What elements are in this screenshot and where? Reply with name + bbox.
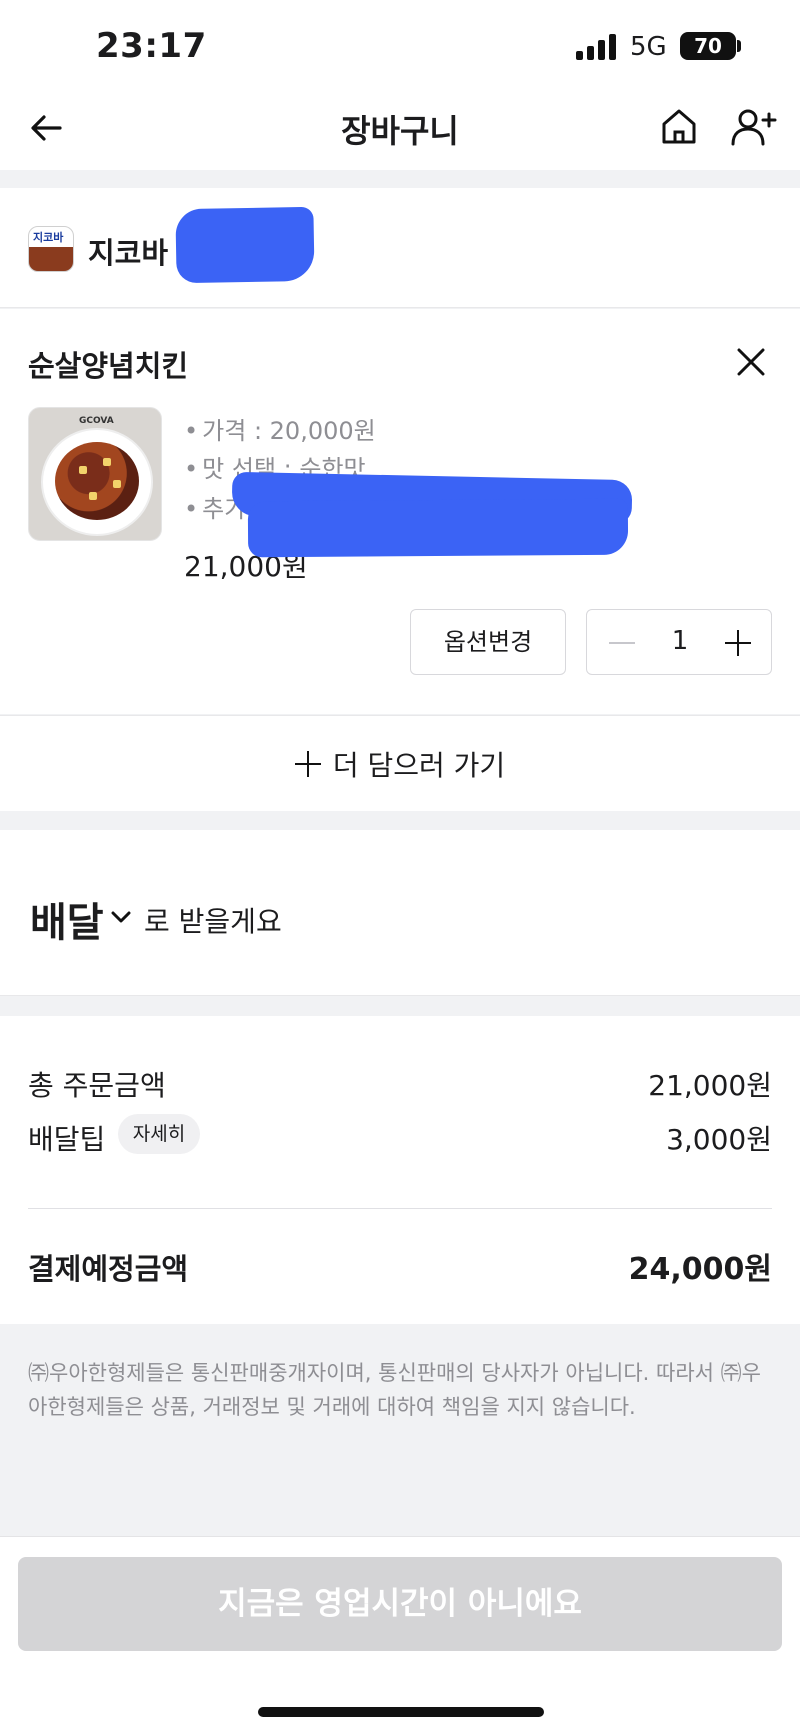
delivery-method-section: 배달 로 받을게요: [0, 830, 800, 996]
signal-icon: [576, 34, 620, 60]
item-name: 순살양념치킨: [28, 349, 189, 383]
plus-icon[interactable]: [723, 628, 753, 658]
item-thumbnail: GCOVA: [28, 407, 162, 541]
battery-icon: 70: [680, 32, 736, 60]
plus-icon: [294, 751, 321, 777]
add-more-section: 더 담으러 가기: [0, 715, 800, 811]
food-image: [55, 442, 139, 520]
home-indicator: [258, 1707, 544, 1717]
order-button[interactable]: 지금은 영업시간이 아니에요: [18, 1557, 782, 1651]
add-user-icon[interactable]: [730, 106, 778, 148]
delivery-tip-label: 배달팁: [28, 1123, 106, 1156]
delivery-suffix: 로 받을게요: [144, 905, 282, 938]
order-total-label: 총 주문금액: [28, 1069, 166, 1102]
store-logo: 지코바: [28, 226, 74, 272]
delivery-tip-detail-button[interactable]: 자세히: [118, 1114, 200, 1154]
delivery-tip-value: 3,000원: [666, 1123, 772, 1156]
option-line: • 가격 : 20,000원: [184, 417, 376, 445]
battery-tip: [737, 40, 741, 52]
status-bar: 23:17 5G 70: [0, 0, 800, 88]
order-total-value: 21,000원: [648, 1069, 772, 1102]
payment-total-value: 24,000원: [628, 1252, 772, 1287]
network-type: 5G: [630, 32, 667, 62]
redaction-mark: [175, 206, 315, 284]
close-icon[interactable]: [734, 345, 768, 379]
nav-bar: 장바구니: [0, 88, 800, 170]
quantity-stepper: 1: [586, 609, 772, 675]
quantity-value: 1: [671, 626, 689, 656]
price-summary: 총 주문금액 21,000원 배달팁 자세히 3,000원 결제예정금액 24,…: [0, 1016, 800, 1324]
add-more-label: 더 담으러 가기: [332, 749, 506, 782]
chevron-down-icon[interactable]: [110, 906, 132, 928]
store-header[interactable]: 지코바 지코바 (: [0, 188, 800, 308]
bottom-bar: 지금은 영업시간이 아니에요: [0, 1536, 800, 1730]
delivery-method-select[interactable]: 배달: [30, 890, 104, 948]
legal-notice: ㈜우아한형제들은 통신판매중개자이며, 통신판매의 당사자가 아닙니다. 따라서…: [28, 1361, 761, 1419]
divider: [28, 1208, 772, 1209]
add-more-button[interactable]: 더 담으러 가기: [0, 716, 800, 812]
minus-icon[interactable]: [607, 628, 637, 658]
thumb-brand: GCOVA: [79, 416, 114, 426]
home-icon[interactable]: [658, 106, 700, 148]
redaction-mark: [247, 498, 629, 558]
option-change-button[interactable]: 옵션변경: [410, 609, 566, 675]
payment-total-label: 결제예정금액: [28, 1252, 189, 1286]
status-time: 23:17: [96, 26, 207, 66]
